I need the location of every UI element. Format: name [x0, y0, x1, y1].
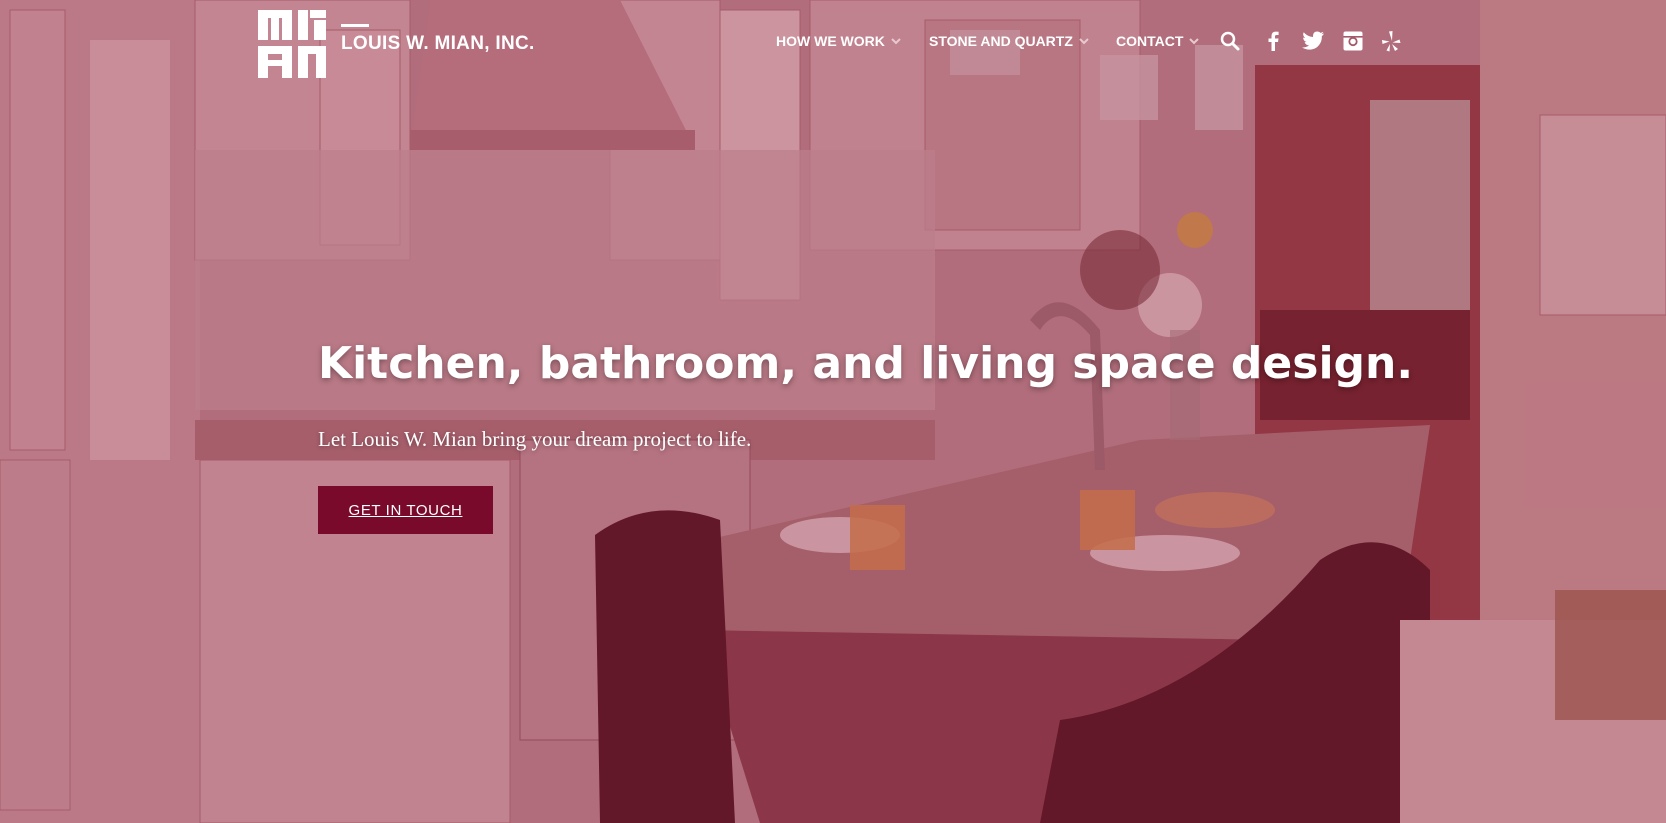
chevron-down-icon — [1189, 38, 1200, 45]
yelp-icon[interactable] — [1380, 30, 1402, 52]
search-icon[interactable] — [1219, 30, 1241, 52]
hero-subhead: Let Louis W. Mian bring your dream proje… — [318, 427, 752, 451]
chevron-down-icon — [891, 38, 901, 45]
nav-item-stone-and-quartz[interactable]: STONE AND QUARTZ — [929, 33, 1089, 49]
twitter-icon[interactable] — [1300, 30, 1326, 52]
facebook-icon[interactable] — [1263, 30, 1285, 52]
hero-background-image — [0, 0, 1666, 823]
color-overlay — [0, 0, 1666, 823]
instagram-icon[interactable] — [1342, 30, 1364, 52]
nav-item-contact[interactable]: CONTACT — [1116, 33, 1200, 49]
chevron-down-icon — [1079, 38, 1089, 45]
main-nav: HOW WE WORK STONE AND QUARTZ CONTACT — [0, 33, 1666, 53]
get-in-touch-button[interactable]: GET IN TOUCH — [318, 486, 493, 534]
hero-headline: Kitchen, bathroom, and living space desi… — [318, 338, 1414, 389]
nav-item-label: CONTACT — [1116, 33, 1184, 49]
nav-item-how-we-work[interactable]: HOW WE WORK — [776, 33, 901, 49]
nav-item-label: STONE AND QUARTZ — [929, 33, 1073, 49]
brand-dash — [341, 24, 369, 27]
nav-item-label: HOW WE WORK — [776, 33, 885, 49]
